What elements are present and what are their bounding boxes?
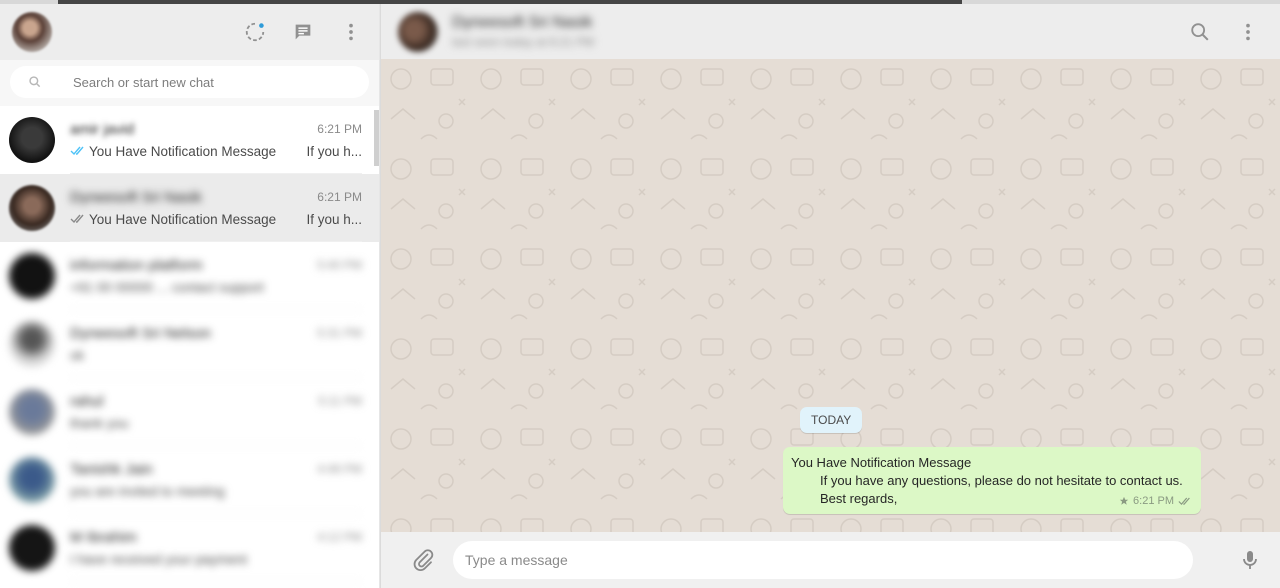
chat-name: M Ibrahim xyxy=(70,528,137,546)
chat-preview: You Have Notification Message xyxy=(70,144,276,159)
double-check-icon xyxy=(1178,497,1190,505)
contact-avatar[interactable] xyxy=(398,11,438,52)
new-chat-icon[interactable] xyxy=(291,20,315,44)
date-separator: TODAY xyxy=(800,407,863,433)
chat-preview-text: thank you xyxy=(70,415,129,431)
search-box[interactable] xyxy=(10,66,369,98)
paperclip-icon[interactable] xyxy=(411,548,435,572)
contact-name: Dyneesoft Sri Nasik xyxy=(452,14,593,31)
chat-name: rahul xyxy=(70,392,104,410)
sidebar-actions xyxy=(243,20,363,44)
chat-name: information platform xyxy=(70,256,203,274)
chat-item[interactable]: rahul 5:11 PM thank you xyxy=(0,378,379,446)
double-check-icon xyxy=(70,214,84,224)
star-icon xyxy=(1119,496,1129,505)
message-line: You Have Notification Message xyxy=(791,455,972,470)
message-meta: 6:21 PM xyxy=(1119,492,1192,510)
chat-time: 5:11 PM xyxy=(318,394,362,408)
chat-item[interactable]: M Ibrahim 4:12 PM I have received your p… xyxy=(0,514,379,582)
chat-time: 6:21 PM xyxy=(317,122,362,136)
contact-info[interactable]: Dyneesoft Sri Nasik last seen today at 6… xyxy=(452,14,594,49)
message-input[interactable] xyxy=(465,552,1193,568)
message-area[interactable]: TODAY You Have Notification Message If y… xyxy=(381,59,1280,532)
chat-preview-text: you are invited to meeting xyxy=(70,483,225,499)
chat-item[interactable]: Dyneesoft Sri Nelson 5:31 PM ok xyxy=(0,310,379,378)
chat-time: 6:21 PM xyxy=(317,190,362,204)
chat-time: 4:12 PM xyxy=(317,530,362,544)
conversation-actions xyxy=(1188,20,1260,44)
conversation-header: Dyneesoft Sri Nasik last seen today at 6… xyxy=(381,4,1280,59)
avatar xyxy=(9,525,55,571)
search-icon xyxy=(29,76,41,88)
double-check-read-icon xyxy=(70,146,84,156)
avatar xyxy=(9,389,55,435)
chat-list-scrollbar[interactable] xyxy=(374,110,379,166)
chat-preview-text: I have received your payment xyxy=(70,551,248,567)
avatar xyxy=(9,457,55,503)
chat-preview-text: +91 00 00000 ... contact support xyxy=(70,279,265,295)
chat-time: 5:31 PM xyxy=(317,326,362,340)
search-input[interactable] xyxy=(73,74,343,90)
chat-preview-text: ok xyxy=(70,347,85,363)
menu-icon[interactable] xyxy=(1236,20,1260,44)
avatar xyxy=(9,321,55,367)
avatar xyxy=(9,253,55,299)
my-avatar[interactable] xyxy=(12,12,52,52)
message-line: If you have any questions, please do not… xyxy=(820,473,1183,488)
sidebar-header xyxy=(0,4,379,60)
chat-item[interactable]: Tanishk Jain 4:48 PM you are invited to … xyxy=(0,446,379,514)
conversation-panel: Dyneesoft Sri Nasik last seen today at 6… xyxy=(381,4,1280,588)
chat-item[interactable]: amir javid 6:21 PM You Have Notification… xyxy=(0,106,379,174)
chat-preview-extra: If you h... xyxy=(306,143,362,159)
chat-preview-text: You Have Notification Message xyxy=(89,143,277,159)
chat-item[interactable]: information platform 5:40 PM +91 00 0000… xyxy=(0,242,379,310)
contact-status: last seen today at 6:21 PM xyxy=(452,35,595,49)
chat-list: amir javid 6:21 PM You Have Notification… xyxy=(0,106,379,582)
status-icon[interactable] xyxy=(243,20,267,44)
chat-preview-extra: If you h... xyxy=(306,211,362,227)
chat-time: 4:48 PM xyxy=(317,462,362,476)
compose-bar xyxy=(381,532,1280,588)
microphone-icon[interactable] xyxy=(1238,548,1262,572)
chat-name: amir javid xyxy=(70,120,135,138)
search-icon[interactable] xyxy=(1188,20,1212,44)
message-compose-box[interactable] xyxy=(453,541,1193,579)
chat-preview-text: You Have Notification Message xyxy=(89,211,277,227)
avatar xyxy=(9,117,55,163)
chat-name: Dyneesoft Sri Nelson xyxy=(70,324,211,342)
chat-time: 5:40 PM xyxy=(317,258,362,272)
sidebar: amir javid 6:21 PM You Have Notification… xyxy=(0,4,380,588)
chat-preview: You Have Notification Message xyxy=(70,212,276,227)
menu-icon[interactable] xyxy=(339,20,363,44)
search-bar xyxy=(0,60,379,106)
outgoing-message[interactable]: You Have Notification Message If you hav… xyxy=(783,447,1201,514)
chat-name: Tanishk Jain xyxy=(70,460,153,478)
message-time: 6:21 PM xyxy=(1133,495,1174,507)
chat-item-selected[interactable]: Dyneesoft Sri Nasik 6:21 PM You Have Not… xyxy=(0,174,379,242)
chat-name: Dyneesoft Sri Nasik xyxy=(70,188,202,206)
avatar xyxy=(9,185,55,231)
